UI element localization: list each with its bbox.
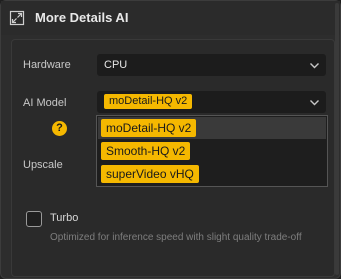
ai-model-select-value: moDetail-HQ v2 [104, 94, 193, 109]
hardware-label: Hardware [23, 59, 71, 71]
panel-title: More Details AI [35, 10, 129, 25]
ai-model-select[interactable]: moDetail-HQ v2 [96, 90, 327, 114]
turbo-description: Optimized for inference speed with sligh… [50, 232, 302, 243]
ai-model-dropdown-list: moDetail-HQ v2 Smooth-HQ v2 superVideo v… [96, 115, 328, 187]
panel-scrollbar[interactable] [335, 3, 339, 275]
panel-header[interactable]: More Details AI [1, 1, 340, 35]
ai-model-label: AI Model [23, 97, 67, 109]
chevron-down-icon [310, 63, 319, 69]
dropdown-option-label: moDetail-HQ v2 [101, 119, 197, 137]
dropdown-option-supervideo[interactable]: superVideo vHQ [98, 163, 326, 185]
upscale-label: Upscale [23, 159, 63, 171]
turbo-checkbox[interactable] [26, 211, 42, 227]
hardware-select-value: CPU [104, 59, 128, 71]
hardware-select[interactable]: CPU [96, 53, 327, 77]
turbo-label[interactable]: Turbo [50, 212, 78, 224]
more-details-ai-panel: More Details AI Hardware CPU AI Model mo… [0, 0, 341, 279]
dropdown-option-smooth-hq[interactable]: Smooth-HQ v2 [98, 140, 326, 162]
dropdown-option-label: Smooth-HQ v2 [101, 142, 191, 160]
dropdown-option-modetail-hq[interactable]: moDetail-HQ v2 [98, 117, 326, 139]
dropdown-option-label: superVideo vHQ [101, 165, 199, 183]
expand-icon[interactable] [9, 10, 25, 26]
chevron-down-icon [310, 100, 319, 106]
help-icon[interactable]: ? [52, 121, 67, 136]
